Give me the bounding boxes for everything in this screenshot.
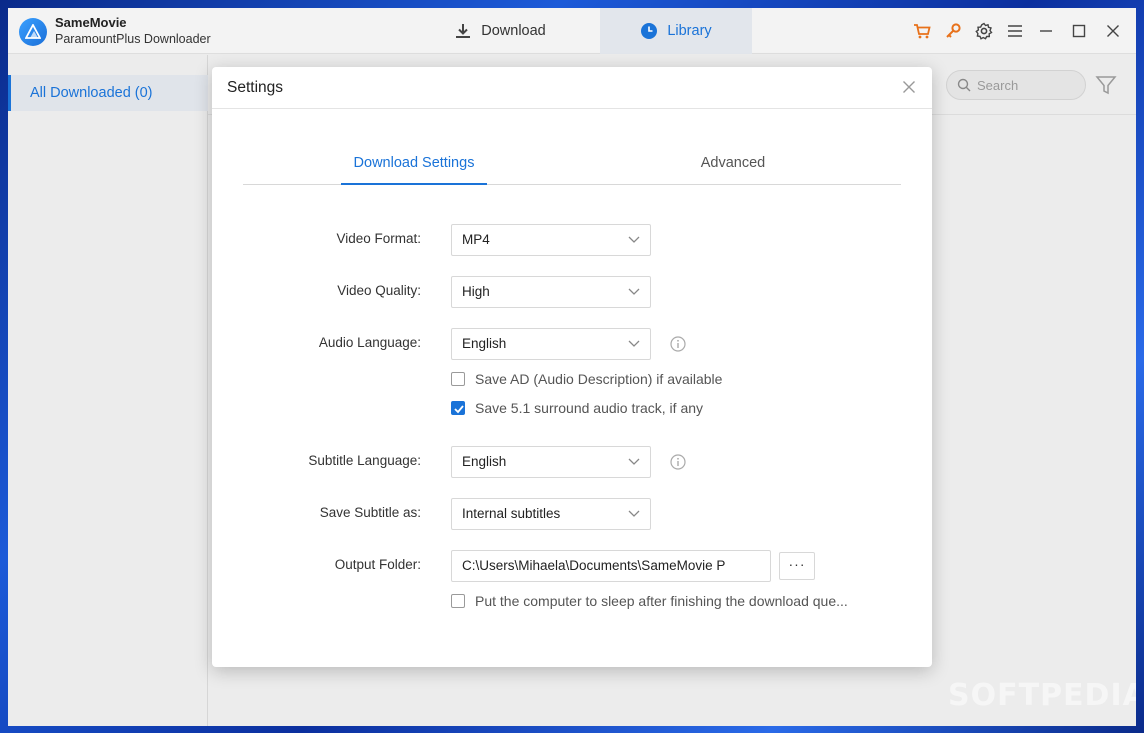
subtitle-language-label: Subtitle Language:: [308, 453, 421, 468]
search-input[interactable]: [977, 77, 1077, 93]
sleep-checkbox-row[interactable]: Put the computer to sleep after finishin…: [451, 593, 848, 609]
cart-icon[interactable]: [911, 20, 933, 42]
tab-download-settings[interactable]: Download Settings: [341, 155, 487, 185]
sidebar: All Downloaded (0): [8, 55, 208, 726]
menu-icon[interactable]: [1004, 20, 1026, 42]
save-surround-checkbox-row[interactable]: Save 5.1 surround audio track, if any: [451, 400, 703, 416]
audio-language-label: Audio Language:: [318, 335, 421, 350]
download-icon: [456, 24, 471, 38]
output-folder-label: Output Folder:: [334, 557, 421, 572]
save-ad-checkbox[interactable]: [451, 372, 465, 386]
subtitle-language-select[interactable]: English: [451, 446, 651, 478]
chevron-down-icon: [628, 510, 640, 517]
sidebar-item-all-downloaded[interactable]: All Downloaded (0): [8, 75, 208, 111]
app-logo-icon: [19, 18, 47, 46]
chevron-down-icon: [628, 288, 640, 295]
video-format-value: MP4: [462, 232, 490, 247]
chevron-down-icon: [628, 458, 640, 465]
nav-tab-download[interactable]: Download: [400, 8, 600, 54]
nav-tab-library-label: Library: [667, 23, 712, 39]
minimize-icon[interactable]: [1035, 20, 1057, 42]
settings-dialog: Settings Download Settings Advanced Vide…: [212, 67, 932, 667]
app-name: SameMovie: [55, 15, 127, 30]
dialog-title: Settings: [227, 79, 284, 96]
library-clock-icon: [641, 23, 658, 39]
title-bar: SameMovie ParamountPlus Downloader Downl…: [8, 8, 1136, 54]
video-format-select[interactable]: MP4: [451, 224, 651, 256]
output-folder-input[interactable]: C:\Users\Mihaela\Documents\SameMovie P: [451, 550, 771, 582]
video-quality-value: High: [462, 284, 490, 299]
subtitle-language-info-icon[interactable]: [670, 454, 686, 475]
window-close-icon[interactable]: [1102, 20, 1124, 42]
key-icon[interactable]: [942, 20, 964, 42]
settings-tabs: Download Settings Advanced: [243, 155, 901, 185]
nav-tab-download-label: Download: [481, 23, 546, 39]
sleep-checkbox[interactable]: [451, 594, 465, 608]
video-format-label: Video Format:: [336, 231, 421, 246]
save-ad-label: Save AD (Audio Description) if available: [475, 371, 723, 387]
save-subtitle-select[interactable]: Internal subtitles: [451, 498, 651, 530]
subtitle-language-value: English: [462, 454, 507, 469]
video-quality-label: Video Quality:: [337, 283, 421, 298]
video-quality-select[interactable]: High: [451, 276, 651, 308]
checkmark-icon: [454, 405, 464, 414]
search-box[interactable]: [946, 70, 1086, 100]
nav-tab-library[interactable]: Library: [600, 8, 752, 54]
audio-language-select[interactable]: English: [451, 328, 651, 360]
sleep-label: Put the computer to sleep after finishin…: [475, 593, 848, 609]
audio-language-value: English: [462, 336, 507, 351]
chevron-down-icon: [628, 340, 640, 347]
filter-icon[interactable]: [1095, 74, 1117, 101]
save-surround-label: Save 5.1 surround audio track, if any: [475, 400, 704, 416]
maximize-icon[interactable]: [1068, 20, 1090, 42]
softpedia-watermark: SOFTPEDIA: [948, 678, 1136, 713]
search-icon: [957, 78, 971, 92]
app-subtitle: ParamountPlus Downloader: [55, 32, 211, 46]
dialog-close-icon[interactable]: [902, 80, 916, 99]
audio-language-info-icon[interactable]: [670, 336, 686, 357]
dialog-header: Settings: [212, 67, 932, 109]
save-subtitle-label: Save Subtitle as:: [319, 505, 421, 520]
gear-icon[interactable]: [973, 20, 995, 42]
save-ad-checkbox-row[interactable]: Save AD (Audio Description) if available: [451, 371, 722, 387]
save-subtitle-value: Internal subtitles: [462, 506, 561, 521]
browse-folder-button[interactable]: ···: [779, 552, 815, 580]
tab-advanced[interactable]: Advanced: [663, 155, 803, 185]
chevron-down-icon: [628, 236, 640, 243]
save-surround-checkbox[interactable]: [451, 401, 465, 415]
